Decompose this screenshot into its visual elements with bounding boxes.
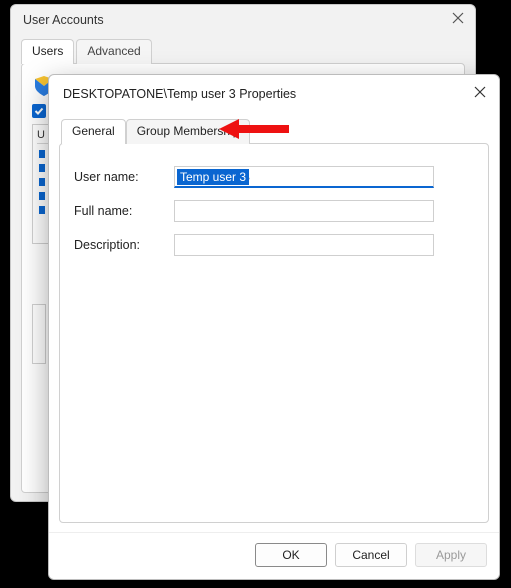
general-panel: User name: Temp user 3 Full name: Descri… [59, 143, 489, 523]
selected-text-highlight: Temp user 3 [177, 169, 249, 185]
ok-button[interactable]: OK [255, 543, 327, 567]
tab-group-membership[interactable]: Group Membership [126, 119, 251, 144]
apply-button: Apply [415, 543, 487, 567]
label-user-name: User name: [74, 170, 164, 184]
label-full-name: Full name: [74, 204, 164, 218]
list-item [39, 150, 45, 158]
description-field[interactable] [174, 234, 434, 256]
panel-fragment [32, 304, 46, 364]
tab-general[interactable]: General [61, 119, 126, 144]
properties-titlebar: DESKTOPATONE\Temp user 3 Properties [49, 75, 499, 110]
list-item [39, 192, 45, 200]
accounts-title: User Accounts [23, 13, 104, 27]
close-icon[interactable] [473, 85, 487, 102]
label-description: Description: [74, 238, 164, 252]
properties-title: DESKTOPATONE\Temp user 3 Properties [63, 87, 296, 101]
properties-body: General Group Membership User name: Temp… [49, 110, 499, 523]
row-user-name: User name: Temp user 3 [74, 166, 474, 188]
accounts-tabs: Users Advanced [21, 38, 465, 63]
close-icon[interactable] [451, 11, 465, 28]
dialog-button-bar: OK Cancel Apply [49, 532, 499, 579]
user-properties-dialog: DESKTOPATONE\Temp user 3 Properties Gene… [48, 74, 500, 580]
accounts-titlebar: User Accounts [11, 5, 475, 32]
properties-tabs: General Group Membership [59, 110, 489, 143]
list-item [39, 164, 45, 172]
checkbox-checked-icon[interactable] [32, 104, 46, 118]
cancel-button[interactable]: Cancel [335, 543, 407, 567]
full-name-field[interactable] [174, 200, 434, 222]
list-item [39, 206, 45, 214]
list-item [39, 178, 45, 186]
row-full-name: Full name: [74, 200, 474, 222]
row-description: Description: [74, 234, 474, 256]
tab-advanced[interactable]: Advanced [76, 39, 151, 64]
tab-users[interactable]: Users [21, 39, 74, 64]
